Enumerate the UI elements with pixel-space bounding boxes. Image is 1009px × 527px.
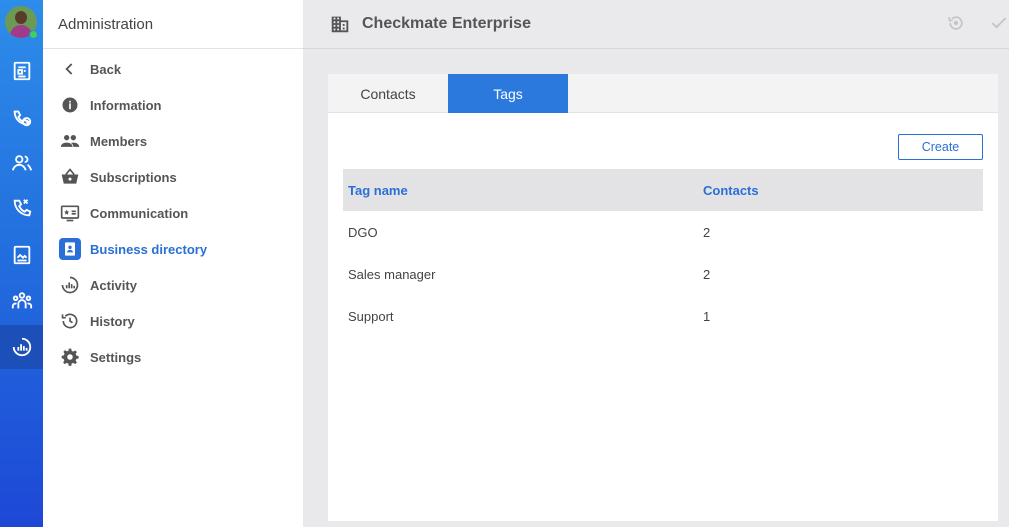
admin-sidebar: Administration Back Information Members … [43, 0, 303, 527]
rail-contacts[interactable] [0, 141, 43, 185]
tab-tags[interactable]: Tags [448, 74, 568, 113]
sidebar-item-label: Information [90, 97, 162, 113]
column-header-contacts[interactable]: Contacts [703, 183, 983, 198]
sidebar-item-label: Subscriptions [90, 169, 177, 185]
sidebar-item-communication[interactable]: Communication [43, 195, 303, 231]
sidebar-item-label: Business directory [90, 241, 208, 257]
directory-icon [59, 238, 81, 260]
chevron-left-icon [59, 58, 81, 80]
tags-table: Tag name Contacts DGO 2 Sales manager 2 … [343, 169, 983, 337]
rail-news[interactable] [0, 49, 43, 93]
table-row[interactable]: Support 1 [343, 295, 983, 337]
team-icon [11, 292, 32, 309]
picture-card-icon [13, 245, 30, 265]
members-icon [59, 130, 81, 152]
news-icon [13, 61, 30, 81]
gear-icon [59, 346, 81, 368]
tag-name-cell: Sales manager [348, 266, 436, 282]
sidebar-item-label: Settings [90, 349, 142, 365]
presence-status-dot [29, 30, 38, 39]
column-header-tag-name[interactable]: Tag name [343, 183, 703, 198]
create-button[interactable]: Create [898, 134, 983, 160]
monitor-star-icon [59, 202, 81, 224]
rail-phone-clock[interactable] [0, 96, 43, 140]
sidebar-item-label: Members [90, 133, 148, 149]
sidebar-item-label: History [90, 313, 135, 329]
content-panel: Contacts Tags Create Tag name Contacts D… [328, 74, 998, 521]
sidebar-nav: Back Information Members Subscriptions C… [43, 49, 303, 375]
sidebar-item-business-directory[interactable]: Business directory [43, 231, 303, 267]
sidebar-title: Administration [43, 0, 303, 49]
sidebar-item-label: Back [90, 61, 122, 77]
sidebar-item-subscriptions[interactable]: Subscriptions [43, 159, 303, 195]
table-row[interactable]: Sales manager 2 [343, 253, 983, 295]
rail-team[interactable] [0, 279, 43, 323]
sidebar-item-activity[interactable]: Activity [43, 267, 303, 303]
rail-calls[interactable] [0, 186, 43, 230]
contacts-count-cell: 2 [703, 266, 711, 282]
app-rail [0, 0, 43, 527]
table-row[interactable]: DGO 2 [343, 211, 983, 253]
sidebar-item-label: Communication [90, 205, 189, 221]
building-icon [331, 16, 349, 33]
tag-name-cell: DGO [348, 224, 378, 240]
basket-icon [59, 166, 81, 188]
activity-icon [59, 274, 81, 296]
sidebar-item-settings[interactable]: Settings [43, 339, 303, 375]
sidebar-item-history[interactable]: History [43, 303, 303, 339]
table-header: Tag name Contacts [343, 169, 983, 211]
info-icon [59, 94, 81, 116]
phone-clock-icon [13, 110, 31, 127]
rail-activity[interactable] [0, 325, 43, 369]
contacts-count-cell: 2 [703, 224, 711, 240]
sidebar-item-members[interactable]: Members [43, 123, 303, 159]
contacts-count-cell: 1 [703, 308, 711, 324]
sidebar-item-information[interactable]: Information [43, 87, 303, 123]
page-title: Checkmate Enterprise [362, 15, 531, 32]
tag-name-cell: Support [348, 308, 394, 324]
tab-bar: Contacts Tags [328, 74, 998, 113]
rail-media[interactable] [0, 233, 43, 277]
activity-dashboard-icon [12, 337, 31, 357]
call-icon [13, 199, 31, 217]
history-icon [59, 310, 81, 332]
sidebar-item-back[interactable]: Back [43, 51, 303, 87]
tab-contacts[interactable]: Contacts [328, 74, 448, 113]
restore-icon[interactable] [946, 13, 966, 33]
contacts-icon [11, 155, 32, 171]
sidebar-item-label: Activity [90, 277, 137, 293]
page-header: Checkmate Enterprise [303, 0, 1009, 49]
check-icon[interactable] [989, 13, 1009, 33]
